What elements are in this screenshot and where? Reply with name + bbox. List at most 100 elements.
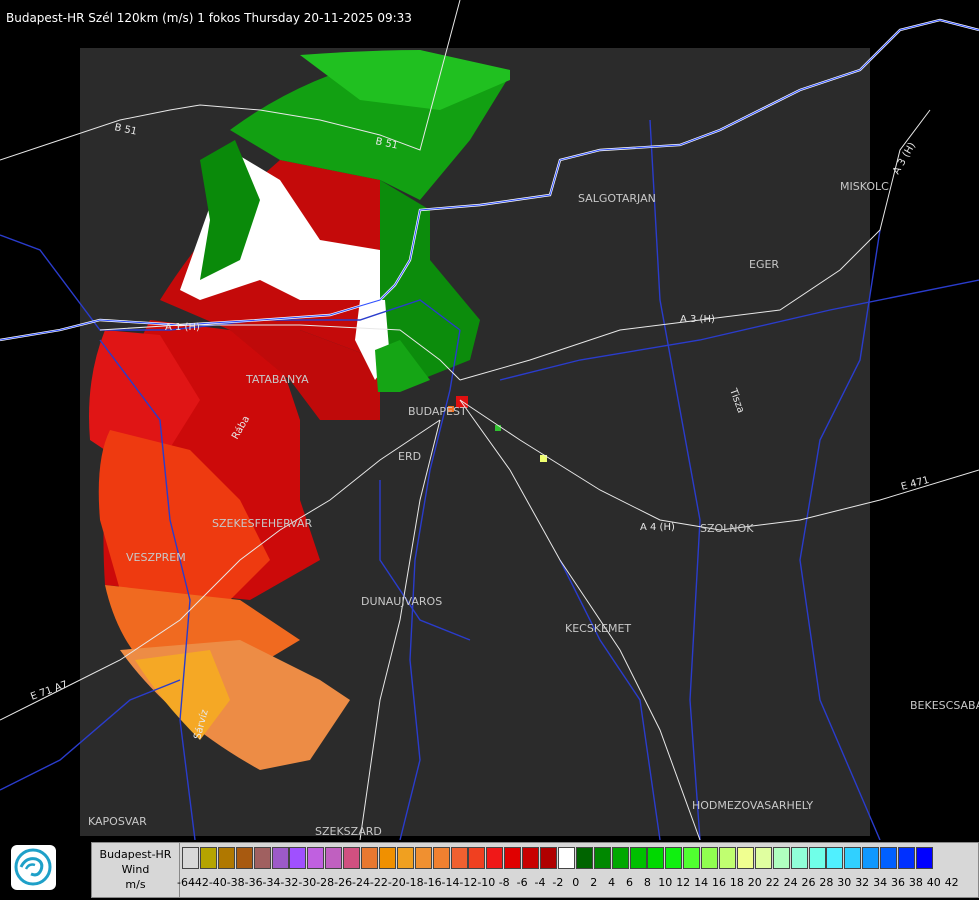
legend-swatch bbox=[486, 847, 504, 869]
road-label: A 4 (H) bbox=[640, 522, 675, 533]
city-label: BUDAPEST bbox=[408, 405, 467, 418]
legend-swatch bbox=[217, 847, 235, 869]
legend-swatch bbox=[199, 847, 217, 869]
legend-tick-label: -28 bbox=[316, 876, 335, 889]
city-label: SZOLNOK bbox=[700, 522, 754, 535]
legend-swatch bbox=[629, 847, 647, 869]
legend-swatch bbox=[253, 847, 271, 869]
legend-swatch bbox=[611, 847, 629, 869]
legend-swatch bbox=[898, 847, 915, 869]
city-label: SALGOTARJAN bbox=[578, 192, 656, 205]
legend-tick-label: -12 bbox=[459, 876, 478, 889]
legend-swatch bbox=[593, 847, 611, 869]
legend-tick-label: 30 bbox=[837, 876, 852, 889]
legend-tick-label: 20 bbox=[747, 876, 762, 889]
legend-tick-label: 18 bbox=[729, 876, 744, 889]
city-label: SZEKESFEHERVAR bbox=[212, 517, 313, 530]
legend-tick-label: -26 bbox=[334, 876, 353, 889]
legend-swatch bbox=[844, 847, 862, 869]
radar-map: SALGOTARJAN EGER MISKOLC TATABANYA BUDAP… bbox=[0, 0, 979, 840]
city-label: MISKOLC bbox=[840, 180, 889, 193]
road-label: A 3 (H) bbox=[891, 141, 918, 177]
legend-swatch bbox=[343, 847, 361, 869]
legend-tick-label: -32 bbox=[280, 876, 299, 889]
legend-tick-label: -14 bbox=[441, 876, 460, 889]
legend-tick-label: 10 bbox=[658, 876, 673, 889]
legend-tick-label: 36 bbox=[891, 876, 905, 889]
legend-tick-label: 28 bbox=[819, 876, 834, 889]
legend-tick-label: 16 bbox=[712, 876, 726, 889]
legend-tick-label: -4 bbox=[534, 876, 546, 889]
legend-tick-label: -36 bbox=[244, 876, 263, 889]
legend-swatch bbox=[289, 847, 307, 869]
road-label: A 1 (H) bbox=[165, 322, 200, 333]
legend-tick-label: -42 bbox=[190, 876, 209, 889]
road-label: A 3 (H) bbox=[680, 314, 715, 325]
city-label: HODMEZOVASARHELY bbox=[692, 799, 813, 812]
legend-tick-label: -40 bbox=[208, 876, 227, 889]
city-label: SZEKSZARD bbox=[315, 825, 382, 838]
legend-swatch bbox=[414, 847, 432, 869]
legend-tick-label: -8 bbox=[498, 876, 510, 889]
legend-tick-label: 22 bbox=[765, 876, 780, 889]
city-label: TATABANYA bbox=[245, 373, 309, 386]
legend-swatch bbox=[378, 847, 396, 869]
legend-swatch bbox=[325, 847, 343, 869]
legend-swatch bbox=[575, 847, 593, 869]
legend-swatch bbox=[396, 847, 414, 869]
legend-swatch bbox=[450, 847, 468, 869]
legend-swatch bbox=[522, 847, 540, 869]
legend-tick-label: 34 bbox=[873, 876, 888, 889]
legend-swatch bbox=[468, 847, 486, 869]
legend-swatch bbox=[665, 847, 683, 869]
legend-swatch bbox=[736, 847, 754, 869]
city-label: BEKESCSABA bbox=[910, 699, 979, 712]
legend-swatch bbox=[880, 847, 898, 869]
legend-tick-label: -22 bbox=[369, 876, 388, 889]
legend-tick-label: 32 bbox=[855, 876, 870, 889]
legend-swatch bbox=[504, 847, 522, 869]
legend-swatch bbox=[540, 847, 557, 869]
road-label: E 471 bbox=[900, 475, 930, 493]
city-label: KAPOSVAR bbox=[88, 815, 147, 828]
legend-swatch bbox=[808, 847, 826, 869]
legend-swatch bbox=[719, 847, 736, 869]
legend-tick-label: 24 bbox=[783, 876, 798, 889]
legend-tick-label: -10 bbox=[477, 876, 496, 889]
city-label: ERD bbox=[398, 450, 421, 463]
omsz-logo-icon bbox=[11, 845, 56, 890]
legend-tick-label: -38 bbox=[226, 876, 245, 889]
legend-tick-label: 4 bbox=[608, 876, 616, 889]
legend-tick-label: 8 bbox=[643, 876, 651, 889]
legend-tick-label: -2 bbox=[552, 876, 564, 889]
legend-swatch bbox=[754, 847, 772, 869]
legend-tick-label: 0 bbox=[572, 876, 580, 889]
city-label: EGER bbox=[749, 258, 779, 271]
legend-swatch bbox=[235, 847, 253, 869]
legend-swatch bbox=[557, 847, 575, 869]
legend-tick-label: 42 bbox=[944, 876, 959, 889]
legend-swatch bbox=[862, 847, 880, 869]
legend-tick-label: 40 bbox=[926, 876, 941, 889]
legend-tick-label: 26 bbox=[801, 876, 816, 889]
legend-tick-label: -18 bbox=[405, 876, 424, 889]
legend-tick-label: 38 bbox=[908, 876, 923, 889]
legend-tick-label: -20 bbox=[387, 876, 406, 889]
legend-tick-label: -6 bbox=[516, 876, 528, 889]
city-label: VESZPREM bbox=[126, 551, 186, 564]
legend-swatch bbox=[647, 847, 665, 869]
legend-swatch bbox=[182, 847, 199, 869]
legend-tick-label: 14 bbox=[694, 876, 709, 889]
legend-line-3: m/s bbox=[125, 878, 146, 891]
legend-label: Budapest-HR Wind m/s bbox=[92, 843, 180, 897]
legend-tick-label: -34 bbox=[262, 876, 281, 889]
legend-swatch bbox=[915, 847, 933, 869]
legend-swatch bbox=[271, 847, 289, 869]
legend-tick-label: -24 bbox=[352, 876, 370, 889]
legend-swatch bbox=[361, 847, 378, 869]
city-label: DUNAUJVAROS bbox=[361, 595, 442, 608]
color-legend: Budapest-HR Wind m/s -64 -42 -40 -38 -36 -34-… bbox=[91, 842, 979, 898]
legend-swatch bbox=[772, 847, 790, 869]
road-label: E 71 A7 bbox=[29, 679, 69, 703]
legend-tick-label: 6 bbox=[626, 876, 633, 889]
